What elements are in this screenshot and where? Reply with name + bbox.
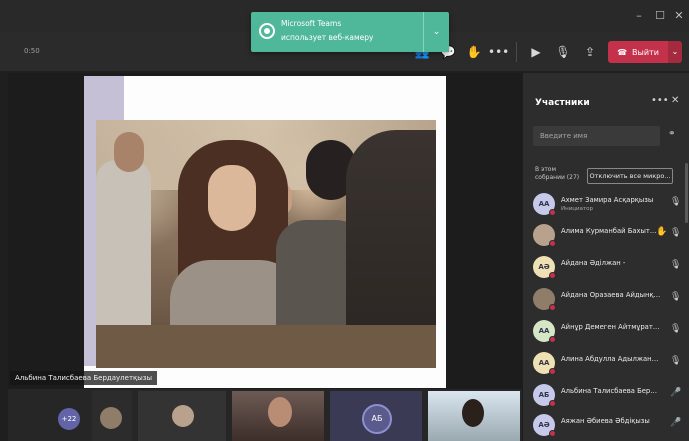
more-participants-badge[interactable]: +22 <box>58 408 80 430</box>
presenter-name-label: Альбина Талисбаева Бердаулетқызы <box>10 371 158 385</box>
share-invite-icon[interactable]: ⚭ <box>668 129 676 139</box>
participant-item[interactable]: Айдана Оразаева Айдынқызы 🎙 <box>523 283 689 315</box>
mic-off-icon: 🎙 <box>670 292 682 302</box>
more-actions-icon[interactable]: ••• <box>488 42 509 62</box>
video-thumbnail[interactable] <box>138 391 226 441</box>
phone-hangup-icon: ☎ <box>617 47 628 57</box>
close-icon[interactable]: ✕ <box>671 95 679 106</box>
mic-off-icon[interactable]: 🎙 <box>553 42 573 62</box>
mic-on-icon: 🎤 <box>670 388 682 398</box>
avatar <box>268 397 292 427</box>
participant-name: Айдана Әділжан - <box>561 259 626 267</box>
toast-title: Microsoft Teams <box>281 19 342 28</box>
participant-name: Айдана Оразаева Айдынқызы <box>561 291 661 299</box>
presence-indicator <box>549 336 556 343</box>
minimize-icon[interactable]: – <box>632 9 646 23</box>
presence-indicator <box>549 209 556 216</box>
panel-title: Участники <box>535 98 590 108</box>
avatar: АБ <box>362 404 392 434</box>
mic-off-icon: 🎙 <box>670 197 682 207</box>
participant-name: Альбина Талисбаева Берда... <box>561 387 661 395</box>
presence-indicator <box>549 240 556 247</box>
video-thumbnail[interactable] <box>232 391 324 441</box>
leave-label: Выйти <box>632 47 659 57</box>
participant-item[interactable]: АА Алина Абдулла Адылжановна 🎙 <box>523 347 689 379</box>
meeting-timer: 0:50 <box>24 47 40 55</box>
presence-indicator <box>549 368 556 375</box>
webcam-toast[interactable]: Microsoft Teams использует веб-камеру ⌄ <box>251 12 449 52</box>
mic-off-icon: 🎙 <box>670 260 682 270</box>
participant-search-input[interactable]: Введите имя <box>533 126 660 146</box>
participant-name: Алима Курманбай Бахыт... <box>561 227 657 235</box>
presence-indicator <box>549 272 556 279</box>
avatar <box>462 399 484 427</box>
camera-icon[interactable]: ▶ <box>526 42 546 62</box>
toolbar-divider <box>516 42 517 62</box>
leave-button[interactable]: ☎ Выйти <box>608 41 668 63</box>
panel-more-icon[interactable]: ••• <box>651 95 669 106</box>
raised-hand-icon: ✋ <box>656 227 668 237</box>
mic-off-icon: 🎙 <box>670 228 682 238</box>
participant-role: Инициатор <box>561 206 594 212</box>
participant-item[interactable]: АБ Альбина Талисбаева Берда... 🎤 <box>523 379 689 411</box>
mic-on-icon: 🎤 <box>670 418 682 428</box>
mic-off-icon: 🎙 <box>670 356 682 366</box>
toast-message: использует веб-камеру <box>281 33 374 42</box>
participant-item[interactable]: Алима Курманбай Бахыт... ✋ 🎙 <box>523 219 689 251</box>
mute-all-button[interactable]: Отключить все микро... <box>587 168 673 184</box>
raise-hand-icon[interactable]: ✋ <box>464 42 484 62</box>
participant-name: Алина Абдулла Адылжановна <box>561 355 661 363</box>
leave-dropdown-chevron-icon[interactable]: ⌄ <box>668 41 682 63</box>
mic-off-icon: 🎙 <box>670 324 682 334</box>
participants-panel: Участники ••• ✕ Введите имя ⚭ В этом соб… <box>522 73 689 441</box>
section-label[interactable]: В этом собрании (27) <box>535 166 585 182</box>
participant-name: Аяжан Әбиева Әбдіқызы <box>561 417 650 425</box>
slide-photo <box>96 120 436 368</box>
avatar <box>172 405 194 427</box>
presence-indicator <box>549 430 556 437</box>
maximize-icon[interactable]: ☐ <box>653 9 667 23</box>
share-screen-icon[interactable]: ⇪ <box>580 42 600 62</box>
presence-indicator <box>549 304 556 311</box>
presence-indicator <box>549 400 556 407</box>
participant-item[interactable]: АА Ахмет Замира Асқарқызы Инициатор 🎙 <box>523 188 689 220</box>
video-thumbnail[interactable] <box>92 391 132 441</box>
video-thumbnail[interactable] <box>428 391 520 441</box>
participant-item[interactable]: АӘ Аяжан Әбиева Әбдіқызы 🎤 <box>523 409 689 441</box>
close-window-icon[interactable]: ✕ <box>672 9 686 23</box>
participant-item[interactable]: АА Айнұр Демеген Айтмұратқы... 🎙 <box>523 315 689 347</box>
participant-name: Айнұр Демеген Айтмұратқы... <box>561 323 661 331</box>
participant-name: Ахмет Замира Асқарқызы <box>561 196 654 204</box>
webcam-icon <box>259 23 275 39</box>
avatar <box>100 407 122 429</box>
participant-item[interactable]: АӘ Айдана Әділжан - 🎙 <box>523 251 689 283</box>
toast-expand-chevron-icon[interactable]: ⌄ <box>423 12 449 52</box>
